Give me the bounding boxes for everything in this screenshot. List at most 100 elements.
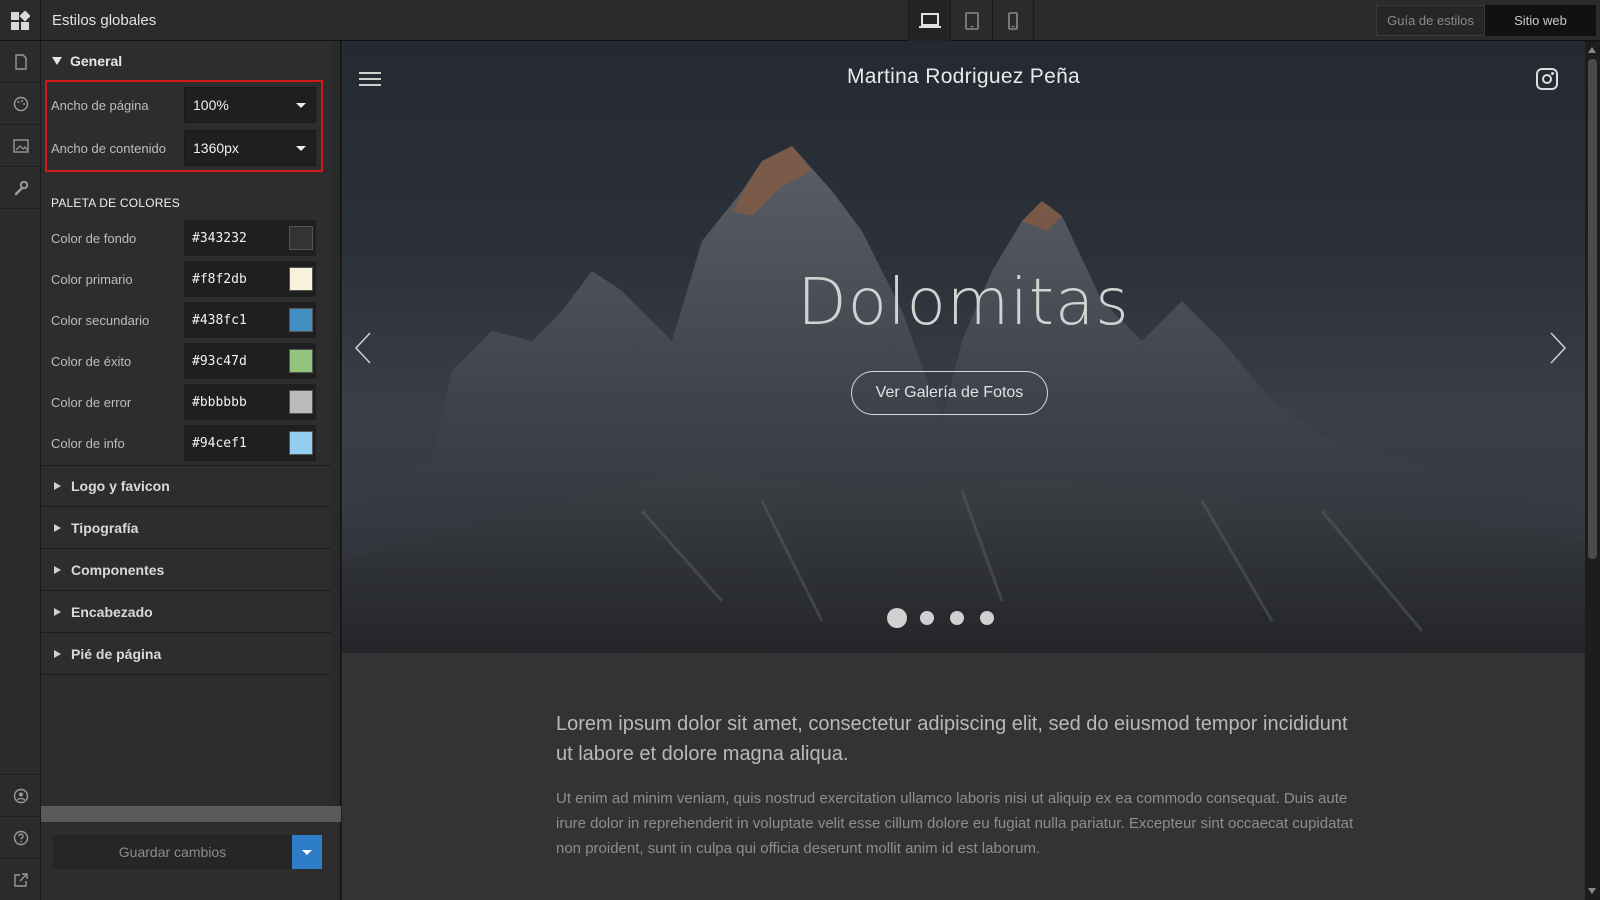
page-width-label: Ancho de página xyxy=(51,97,149,113)
color-label: Color de fondo xyxy=(51,230,137,246)
color-hex-value: #bbbbbb xyxy=(192,394,247,410)
color-hex-value: #f8f2db xyxy=(192,271,247,287)
color-row-success: Color de éxito #93c47d xyxy=(51,343,323,379)
section-general-title: General xyxy=(70,53,123,69)
chevron-right-icon xyxy=(54,607,61,616)
section-label: Componentes xyxy=(71,561,165,578)
tablet-icon[interactable] xyxy=(950,0,992,41)
save-controls: Guardar cambios xyxy=(53,835,322,869)
color-row-primary: Color primario #f8f2db xyxy=(51,261,323,297)
chevron-right-icon xyxy=(54,523,61,532)
hero-title: Dolomitas xyxy=(797,266,1130,340)
color-swatch[interactable] xyxy=(289,349,313,373)
top-bar: Estilos globales Guía de estilos Sitio w… xyxy=(0,0,1600,41)
chevron-right-icon xyxy=(54,649,61,658)
icon-rail xyxy=(0,41,41,900)
slider-dot[interactable] xyxy=(980,611,994,625)
page-width-row: Ancho de página 100% xyxy=(51,87,323,123)
section-components[interactable]: Componentes xyxy=(41,549,331,591)
slider-dot[interactable] xyxy=(920,611,934,625)
app-window: Estilos globales Guía de estilos Sitio w… xyxy=(0,0,1600,900)
section-footer[interactable]: Pié de página xyxy=(41,633,331,675)
color-label: Color de error xyxy=(51,394,132,410)
color-input[interactable]: #f8f2db xyxy=(184,261,316,297)
palette-icon[interactable] xyxy=(0,83,41,125)
color-swatch[interactable] xyxy=(289,390,313,414)
color-label: Color de info xyxy=(51,435,125,451)
section-typography[interactable]: Tipografía xyxy=(41,507,331,549)
scroll-down-icon[interactable] xyxy=(1588,888,1596,894)
wrench-icon[interactable] xyxy=(0,167,41,209)
color-label: Color secundario xyxy=(51,312,150,328)
color-input[interactable]: #bbbbbb xyxy=(184,384,316,420)
mountain-photo xyxy=(342,146,1585,653)
slider-dots xyxy=(887,608,1010,628)
page-icon[interactable] xyxy=(0,41,41,83)
color-hex-value: #438fc1 xyxy=(192,312,247,328)
color-swatch[interactable] xyxy=(289,267,313,291)
content-width-select[interactable]: 1360px xyxy=(184,130,316,166)
save-changes-button[interactable]: Guardar cambios xyxy=(53,835,292,869)
section-label: Tipografía xyxy=(71,519,139,536)
hero-slider: Martina Rodriguez Peña Dolomitas Ver Gal… xyxy=(342,41,1585,653)
color-input[interactable]: #438fc1 xyxy=(184,302,316,338)
content-section: Lorem ipsum dolor sit amet, consectetur … xyxy=(556,709,1356,861)
slider-dot[interactable] xyxy=(950,611,964,625)
site-preview: Martina Rodriguez Peña Dolomitas Ver Gal… xyxy=(342,41,1585,900)
caret-down-icon xyxy=(296,145,306,151)
content-width-label: Ancho de contenido xyxy=(51,140,166,156)
color-input[interactable]: #94cef1 xyxy=(184,425,316,461)
global-styles-panel: General Ancho de página 100% Ancho de co… xyxy=(41,41,341,900)
panel-scrollbar[interactable] xyxy=(330,41,340,806)
color-row-info: Color de info #94cef1 xyxy=(51,425,323,461)
color-label: Color de éxito xyxy=(51,353,132,369)
page-width-value: 100% xyxy=(193,97,229,113)
caret-down-icon xyxy=(302,849,312,855)
app-logo-icon[interactable] xyxy=(0,0,41,41)
section-header[interactable]: Encabezado xyxy=(41,591,331,633)
style-guide-button[interactable]: Guía de estilos xyxy=(1376,5,1485,36)
caret-down-icon xyxy=(296,102,306,108)
external-link-icon[interactable] xyxy=(0,858,41,900)
preview-scrollbar[interactable] xyxy=(1585,41,1600,900)
image-icon[interactable] xyxy=(0,125,41,167)
gallery-cta-button[interactable]: Ver Galería de Fotos xyxy=(851,371,1048,415)
page-width-select[interactable]: 100% xyxy=(184,87,316,123)
color-hex-value: #93c47d xyxy=(192,353,247,369)
section-logo-favicon[interactable]: Logo y favicon xyxy=(41,465,331,507)
collapsed-sections: Logo y favicon Tipografía Componentes En… xyxy=(41,465,331,675)
color-swatch[interactable] xyxy=(289,226,313,250)
color-row-secondary: Color secundario #438fc1 xyxy=(51,302,323,338)
color-hex-value: #94cef1 xyxy=(192,435,247,451)
content-width-value: 1360px xyxy=(193,140,239,156)
body-paragraph: Ut enim ad minim veniam, quis nostrud ex… xyxy=(556,790,1354,857)
scroll-thumb[interactable] xyxy=(1588,59,1597,559)
section-label: Logo y favicon xyxy=(71,478,170,494)
chevron-right-icon xyxy=(54,482,61,490)
panel-resize-bar[interactable] xyxy=(41,806,341,822)
desktop-icon[interactable] xyxy=(908,0,950,41)
mobile-icon[interactable] xyxy=(992,0,1034,41)
color-swatch[interactable] xyxy=(289,431,313,455)
help-icon[interactable] xyxy=(0,816,41,858)
chevron-right-icon[interactable] xyxy=(1549,331,1567,365)
site-name[interactable]: Martina Rodriguez Peña xyxy=(342,65,1585,89)
section-label: Pié de página xyxy=(71,645,162,662)
color-swatch[interactable] xyxy=(289,308,313,332)
save-options-dropdown[interactable] xyxy=(292,835,322,869)
color-row-error: Color de error #bbbbbb xyxy=(51,384,323,420)
instagram-icon[interactable] xyxy=(1536,68,1558,90)
palette-title: PALETA DE COLORES xyxy=(51,196,180,210)
color-hex-value: #343232 xyxy=(192,230,247,246)
color-input[interactable]: #343232 xyxy=(184,220,316,256)
color-input[interactable]: #93c47d xyxy=(184,343,316,379)
user-icon[interactable] xyxy=(0,774,41,816)
website-button[interactable]: Sitio web xyxy=(1485,5,1596,36)
section-general-header[interactable]: General xyxy=(41,41,340,81)
chevron-left-icon[interactable] xyxy=(354,331,372,365)
slider-dot[interactable] xyxy=(887,608,907,628)
lead-paragraph: Lorem ipsum dolor sit amet, consectetur … xyxy=(556,713,1348,765)
chevron-right-icon xyxy=(54,565,61,574)
scroll-up-icon[interactable] xyxy=(1588,47,1596,53)
color-row-background: Color de fondo #343232 xyxy=(51,220,323,256)
